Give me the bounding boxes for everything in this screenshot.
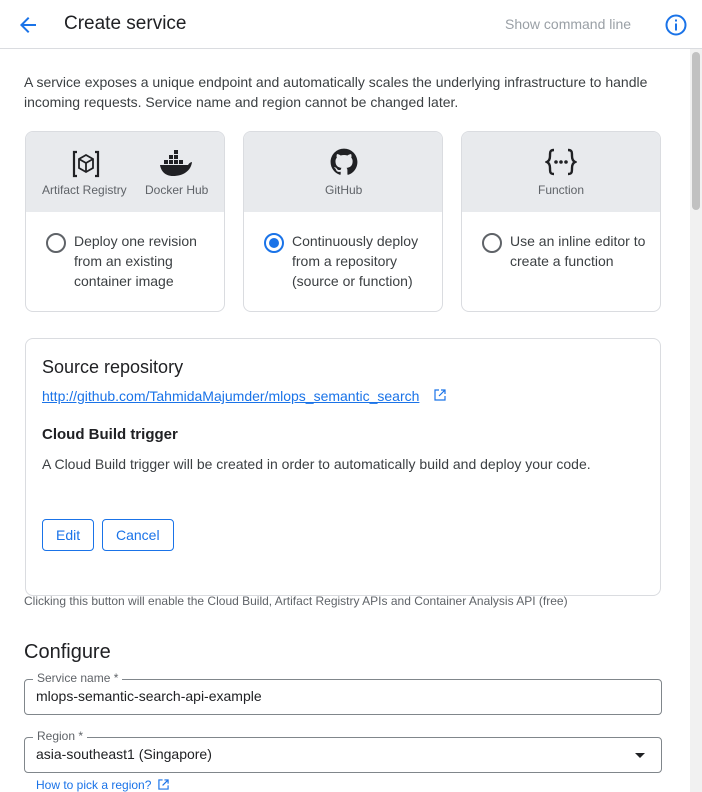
region-help-link[interactable]: How to pick a region? xyxy=(36,778,169,792)
service-name-field[interactable]: Service name * xyxy=(24,671,662,715)
deploy-option-repository[interactable]: GitHub Continuously deploy from a reposi… xyxy=(243,131,443,312)
configure-heading: Configure xyxy=(24,641,111,663)
info-icon[interactable] xyxy=(664,13,688,37)
show-command-line-button[interactable]: Show command line xyxy=(505,16,631,32)
option-text: Continuously deploy from a repository (s… xyxy=(292,233,419,289)
api-enable-note: Clicking this button will enable the Clo… xyxy=(24,594,568,608)
radio-repository[interactable] xyxy=(264,233,284,253)
card-header: Artifact Registry Docker Hub xyxy=(26,132,224,212)
github-icon xyxy=(330,148,358,175)
artifact-registry-icon xyxy=(72,150,100,178)
radio-container-image[interactable] xyxy=(46,233,66,253)
region-value: asia-southeast1 (Singapore) xyxy=(36,746,212,762)
top-bar: Create service Show command line xyxy=(0,0,702,49)
option-text: Deploy one revision from an existing con… xyxy=(74,233,197,289)
card-header: Function xyxy=(462,132,660,212)
card-body: Deploy one revision from an existing con… xyxy=(26,212,224,311)
page-title: Create service xyxy=(64,13,187,34)
external-link-icon[interactable] xyxy=(434,389,446,401)
service-name-input[interactable] xyxy=(36,688,636,704)
cloud-build-trigger-description: A Cloud Build trigger will be created in… xyxy=(42,456,591,472)
region-help-text: How to pick a region? xyxy=(36,778,152,792)
intro-text: A service exposes a unique endpoint and … xyxy=(24,74,648,110)
deploy-option-container-image[interactable]: Artifact Registry Docker Hub Deploy one … xyxy=(25,131,225,312)
cancel-button[interactable]: Cancel xyxy=(102,519,174,551)
card-body: Continuously deploy from a repository (s… xyxy=(244,212,442,311)
back-arrow-icon[interactable] xyxy=(16,13,40,37)
repository-link[interactable]: http://github.com/TahmidaMajumder/mlops_… xyxy=(42,388,419,404)
region-label: Region * xyxy=(33,729,88,743)
function-label: Function xyxy=(538,183,585,197)
source-repository-title: Source repository xyxy=(42,357,184,377)
docker-icon xyxy=(160,150,192,176)
deploy-option-function[interactable]: Function Use an inline editor to create … xyxy=(461,131,661,312)
cloud-build-trigger-title: Cloud Build trigger xyxy=(42,426,178,443)
function-icon xyxy=(545,148,577,176)
edit-button[interactable]: Edit xyxy=(42,519,95,551)
github-label: GitHub xyxy=(325,183,363,197)
source-repository-panel: Source repository http://github.com/Tahm… xyxy=(25,338,661,596)
service-name-label: Service name * xyxy=(33,671,123,685)
docker-hub-label: Docker Hub xyxy=(145,183,209,197)
radio-function[interactable] xyxy=(482,233,502,253)
region-select[interactable]: Region * asia-southeast1 (Singapore) xyxy=(24,729,662,773)
card-header: GitHub xyxy=(244,132,442,212)
option-text: Use an inline editor to create a functio… xyxy=(510,233,646,269)
dropdown-arrow-icon[interactable] xyxy=(635,753,645,758)
scrollbar-thumb[interactable] xyxy=(692,52,700,210)
artifact-registry-label: Artifact Registry xyxy=(42,183,127,197)
card-body: Use an inline editor to create a functio… xyxy=(462,212,660,311)
external-link-icon xyxy=(158,779,169,790)
